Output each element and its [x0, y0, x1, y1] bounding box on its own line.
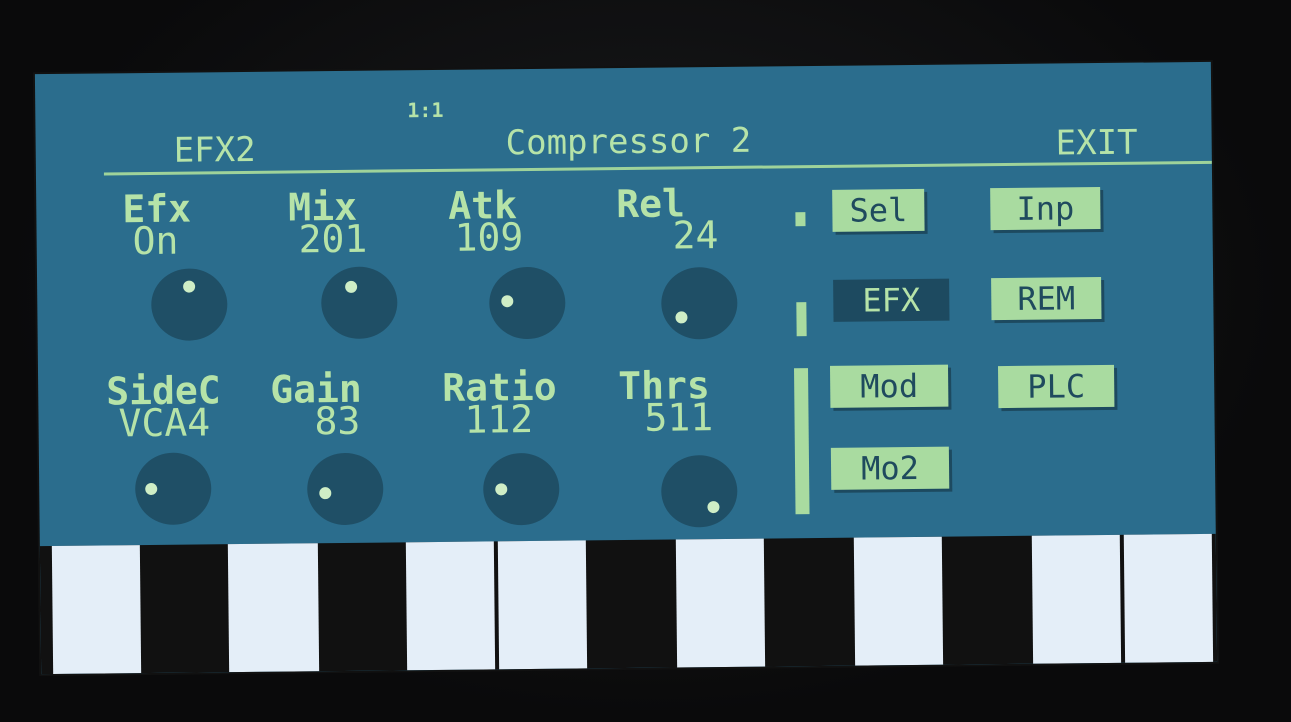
mod-button[interactable]: Mod: [829, 364, 949, 408]
knob-indicator: [495, 483, 508, 496]
param-value: 511: [644, 395, 714, 440]
param-value: 83: [314, 398, 361, 444]
atk-knob[interactable]: [488, 266, 566, 340]
thrs-knob[interactable]: [660, 454, 738, 528]
plc-button[interactable]: PLC: [998, 364, 1115, 409]
rel-knob[interactable]: [660, 266, 738, 340]
header-divider: [103, 160, 1212, 176]
key[interactable]: [1123, 533, 1214, 663]
sel-button[interactable]: Sel: [832, 188, 925, 232]
key[interactable]: [405, 541, 496, 671]
position-indicator: 1:1: [407, 97, 444, 123]
scrollbar-segment: [796, 302, 807, 337]
sidec-knob[interactable]: [134, 452, 212, 526]
gain-knob[interactable]: [306, 452, 384, 526]
mix-knob[interactable]: [320, 266, 398, 340]
param-value: 201: [298, 216, 368, 262]
knob-indicator: [501, 295, 514, 308]
efx-knob[interactable]: [150, 268, 228, 341]
mo2-button[interactable]: Mo2: [830, 446, 950, 490]
param-value: 24: [672, 213, 719, 258]
page-label[interactable]: EFX2: [173, 130, 255, 171]
exit-button[interactable]: EXIT: [1055, 123, 1137, 164]
key[interactable]: [497, 540, 588, 670]
page-title: Compressor 2: [505, 120, 752, 164]
key[interactable]: [853, 536, 944, 666]
param-value: 112: [464, 396, 534, 442]
key[interactable]: [1031, 534, 1122, 664]
param-value: VCA4: [118, 400, 211, 446]
param-value: On: [132, 218, 179, 264]
knob-indicator: [319, 487, 332, 500]
rem-button[interactable]: REM: [991, 277, 1102, 321]
key[interactable]: [51, 545, 142, 675]
scrollbar-segment: [795, 212, 806, 227]
knob-indicator: [183, 280, 196, 293]
param-value: 109: [454, 215, 524, 260]
key[interactable]: [675, 538, 766, 668]
knob-indicator: [145, 482, 158, 496]
keyboard-strip: [39, 533, 1218, 675]
inp-button[interactable]: Inp: [990, 187, 1101, 231]
lcd-screen: 1:1 EFX2 Compressor 2 EXIT Efx On Mix 20…: [34, 61, 1218, 675]
knob-indicator: [675, 311, 688, 324]
efx-button[interactable]: EFX: [833, 278, 950, 322]
key[interactable]: [227, 543, 320, 673]
knob-indicator: [707, 501, 720, 514]
ratio-knob[interactable]: [482, 452, 560, 526]
scrollbar-thumb[interactable]: [794, 368, 810, 515]
knob-indicator: [345, 280, 358, 293]
